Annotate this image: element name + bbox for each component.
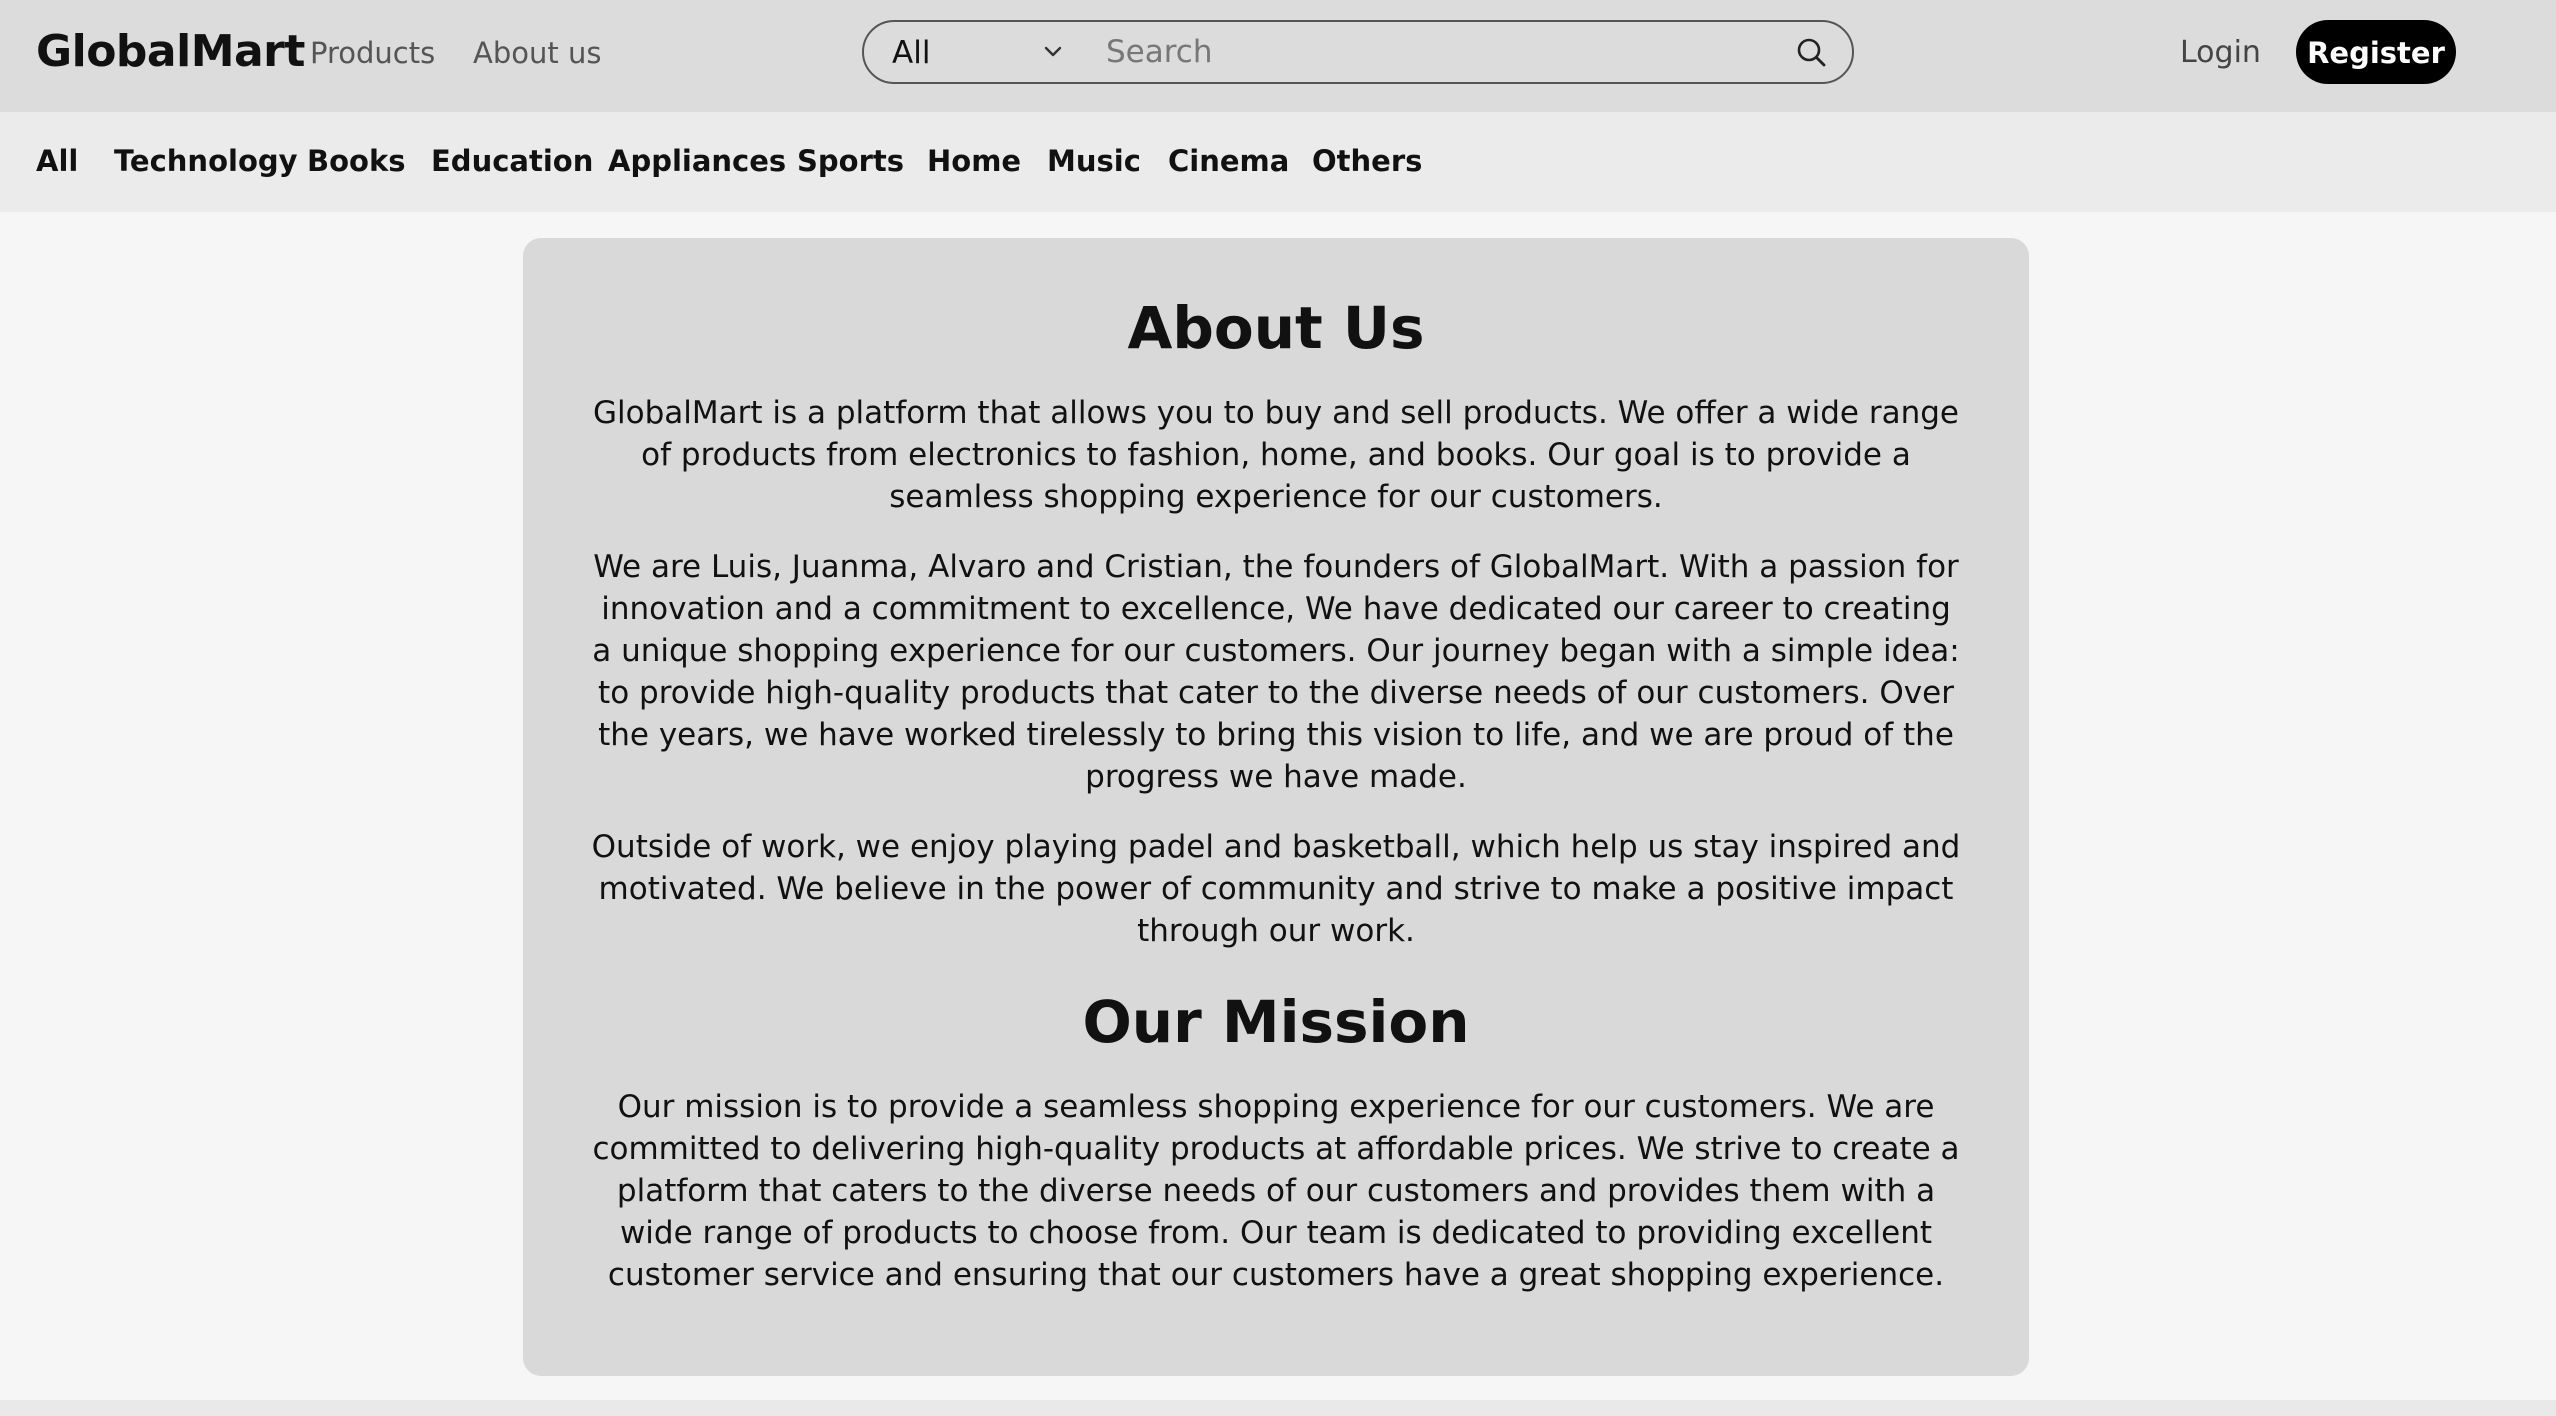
category-others[interactable]: Others [1312,144,1422,178]
category-home[interactable]: Home [927,144,1021,178]
search-input[interactable] [1104,30,1744,74]
category-books[interactable]: Books [307,144,406,178]
category-cinema[interactable]: Cinema [1168,144,1289,178]
category-select[interactable]: All [864,22,1084,82]
mission-paragraph: Our mission is to provide a seamless sho… [592,1089,1960,1293]
category-education[interactable]: Education [431,144,593,178]
top-header: GlobalMart Products About us All Login R… [0,0,2556,112]
search-bar: All [862,20,1854,84]
search-button[interactable] [1792,34,1832,72]
login-link[interactable]: Login [2180,35,2261,70]
category-all[interactable]: All [36,144,78,178]
about-card: About Us GlobalMart is a platform that a… [523,238,2029,1376]
category-appliances[interactable]: Appliances [608,144,786,178]
chevron-down-icon [1044,46,1062,57]
mission-title: Our Mission [1082,988,1470,1056]
nav-products-link[interactable]: Products [310,36,435,70]
category-bar: All Technology Books Education Appliance… [0,112,2556,212]
category-sports[interactable]: Sports [797,144,904,178]
about-title: About Us [1127,294,1425,362]
search-icon [1797,38,1826,67]
category-music[interactable]: Music [1047,144,1141,178]
about-paragraph-founders: We are Luis, Juanma, Alvaro and Cristian… [592,549,1960,795]
category-select-value: All [892,35,931,71]
brand-logo[interactable]: GlobalMart [36,26,305,77]
about-paragraph-intro: GlobalMart is a platform that allows you… [593,395,1959,515]
category-technology[interactable]: Technology [114,144,298,178]
footer-strip [0,1400,2556,1416]
nav-about-link[interactable]: About us [473,36,601,70]
about-paragraph-hobbies: Outside of work, we enjoy playing padel … [591,829,1961,949]
register-button[interactable]: Register [2296,20,2456,84]
